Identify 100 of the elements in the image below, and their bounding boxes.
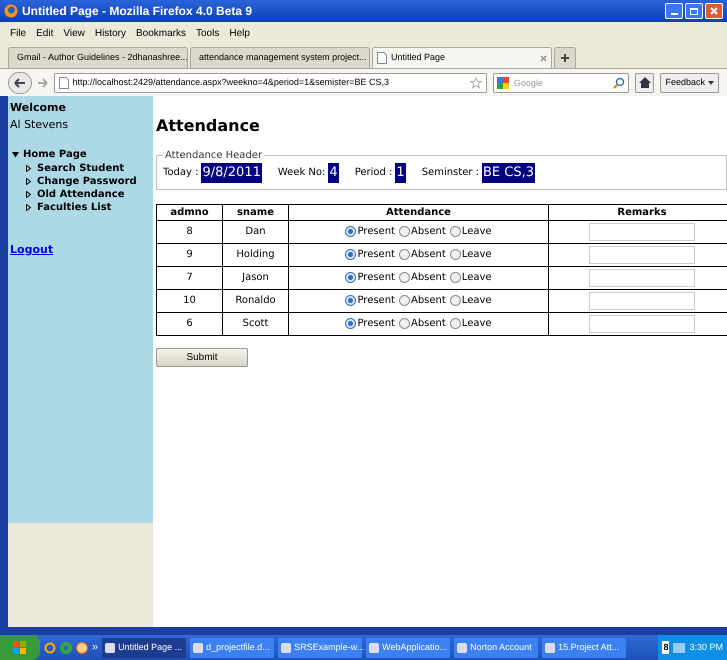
taskbar-button[interactable]: Untitled Page ... — [102, 638, 186, 658]
user-name: Al Stevens — [10, 116, 70, 132]
table-cell: 9 — [156, 243, 222, 266]
radio-option[interactable]: Present — [345, 293, 395, 308]
address-bar[interactable]: http://localhost:2429/attendance.aspx?weekno=4&period=1&semister=BE CS,3 — [54, 72, 487, 92]
radio-option[interactable]: Absent — [398, 247, 446, 262]
nav-link[interactable]: Home Page — [23, 147, 87, 162]
feedback-button[interactable]: Feedback — [660, 72, 719, 92]
radio-option[interactable]: Present — [345, 270, 395, 285]
star-icon[interactable] — [470, 76, 482, 88]
field-value: 4 — [328, 163, 339, 182]
radio-option[interactable]: Present — [345, 247, 395, 262]
radio-option[interactable]: Leave — [450, 316, 492, 331]
radio-option[interactable]: Absent — [398, 224, 446, 239]
windows-logo-icon — [13, 640, 27, 654]
taskbar-button[interactable]: WebApplicatio... — [366, 638, 450, 658]
column-header: Attendance — [288, 204, 548, 220]
remarks-field[interactable] — [589, 246, 695, 264]
submit-button[interactable]: Submit — [156, 348, 248, 366]
table-cell: 7 — [156, 266, 222, 289]
radio-option[interactable]: Leave — [450, 270, 492, 285]
logout-link[interactable]: Logout — [10, 242, 151, 258]
plus-icon — [560, 53, 570, 63]
field-label: Seminster : — [422, 166, 480, 180]
forward-icon[interactable] — [38, 78, 48, 88]
field-label: Week No: — [278, 166, 326, 180]
browser-tab[interactable]: Gmail - Author Guidelines - 2dhanashree... — [8, 47, 188, 68]
menu-item[interactable]: View — [63, 26, 85, 40]
new-tab-button[interactable] — [554, 47, 576, 68]
radio-option[interactable]: Absent — [398, 270, 446, 285]
radio-option[interactable]: Leave — [450, 247, 492, 262]
table-cell: Jason — [222, 266, 288, 289]
clock-time: 3:30 PM — [689, 640, 723, 654]
page-icon — [58, 76, 68, 88]
remarks-field[interactable] — [589, 268, 695, 286]
radio-option[interactable]: Absent — [398, 293, 446, 308]
close-icon[interactable] — [540, 54, 547, 62]
radio-option[interactable]: Absent — [398, 316, 446, 331]
table-cell: Ronaldo — [222, 289, 288, 312]
back-icon — [14, 78, 26, 88]
nav-link[interactable]: Change Password — [37, 175, 137, 188]
minimize-icon — [670, 13, 678, 15]
window-title: Untitled Page - Mozilla Firefox 4.0 Beta 9 — [22, 3, 252, 20]
maximize-button[interactable] — [685, 3, 703, 19]
search-icon[interactable] — [612, 76, 625, 88]
minimize-button[interactable] — [665, 3, 683, 19]
menu-item[interactable]: Tools — [196, 26, 220, 40]
table-cell: 6 — [156, 312, 222, 335]
menu-item[interactable]: File — [10, 26, 26, 40]
welcome-label: Welcome — [10, 100, 67, 116]
page-icon — [377, 52, 387, 64]
radio-option[interactable]: Present — [345, 224, 395, 239]
overflow-icon[interactable]: » — [92, 639, 98, 656]
taskbar-button[interactable]: 15.Project Att... — [542, 638, 626, 658]
menu-item[interactable]: Bookmarks — [136, 26, 186, 40]
page-heading: Attendance — [156, 115, 261, 137]
start-button[interactable] — [0, 635, 40, 660]
home-icon — [638, 77, 651, 88]
field-label: Today : — [163, 166, 198, 180]
table-cell: Scott — [222, 312, 288, 335]
column-header: sname — [222, 204, 288, 220]
radio-option[interactable]: Leave — [450, 224, 492, 239]
panel-legend: Attendance Header — [163, 148, 264, 163]
remarks-field[interactable] — [589, 314, 695, 332]
remarks-field[interactable] — [589, 222, 695, 240]
field-label: Period : — [354, 166, 392, 180]
tab-label: attendance management system project... — [199, 51, 367, 64]
tab-label: Gmail - Author Guidelines - 2dhanashree... — [17, 51, 188, 64]
menu-item[interactable]: Edit — [36, 26, 54, 40]
expand-icon[interactable] — [12, 151, 19, 158]
back-button[interactable] — [8, 72, 32, 94]
field-value: 1 — [395, 163, 406, 182]
firefox-icon — [4, 4, 18, 18]
browser-tab[interactable]: Untitled Page — [372, 47, 552, 68]
taskbar-button[interactable]: d_projectfile.d... — [190, 638, 274, 658]
home-button[interactable] — [634, 72, 654, 92]
column-header: admno — [156, 204, 222, 220]
table-cell: 10 — [156, 289, 222, 312]
field-value: 9/8/2011 — [201, 163, 262, 182]
close-button[interactable] — [705, 3, 723, 19]
table-cell: Dan — [222, 220, 288, 243]
table-cell: Holding — [222, 243, 288, 266]
tray-badge: 8 — [662, 640, 670, 654]
column-header: Remarks — [548, 204, 727, 220]
close-icon — [710, 7, 718, 15]
browser-tab[interactable]: attendance management system project... — [190, 47, 370, 68]
menu-item[interactable]: Help — [229, 26, 250, 40]
google-icon — [496, 76, 509, 88]
nav-link[interactable]: Old Attendance — [37, 188, 125, 201]
tab-label: Untitled Page — [391, 51, 446, 64]
maximize-icon — [690, 8, 698, 14]
taskbar-button[interactable]: Norton Account — [454, 638, 538, 658]
radio-option[interactable]: Present — [345, 316, 395, 331]
menu-item[interactable]: History — [94, 26, 126, 40]
remarks-field[interactable] — [589, 292, 695, 310]
radio-option[interactable]: Leave — [450, 293, 492, 308]
taskbar-button[interactable]: SRSExample-w... — [278, 638, 362, 658]
search-field[interactable]: Google — [492, 72, 629, 92]
nav-link[interactable]: Faculties List — [37, 201, 112, 214]
nav-link[interactable]: Search Student — [37, 162, 124, 175]
